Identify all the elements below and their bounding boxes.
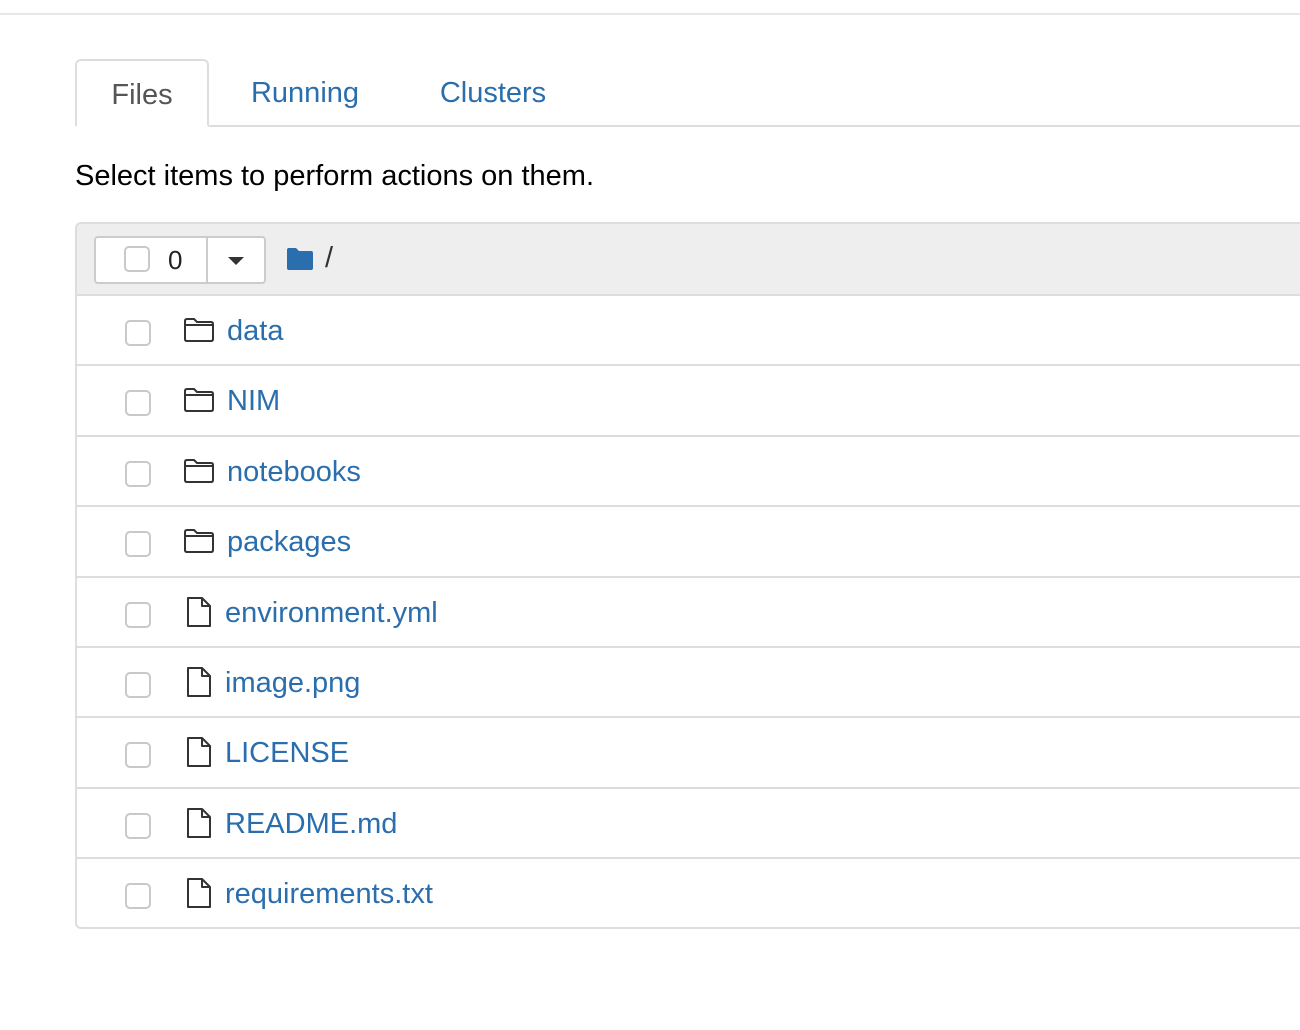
list-item: requirements.txt [77,859,1300,927]
list-item: image.png [77,648,1300,719]
list-item: data [77,296,1300,367]
tab-clusters[interactable]: Clusters [423,59,563,127]
item-link-notebooks[interactable]: notebooks [227,437,361,507]
item-checkbox[interactable] [125,883,151,910]
item-checkbox[interactable] [125,390,151,417]
file-icon [187,666,211,697]
item-checkbox[interactable] [125,460,151,487]
navbar-divider [0,13,1300,15]
item-link-license[interactable]: LICENSE [225,718,349,788]
selected-count: 0 [168,245,183,275]
file-icon [187,878,211,909]
item-link-data[interactable]: data [227,296,283,366]
file-list: data NIM notebooks packages environment.… [77,296,1300,927]
file-icon [187,596,211,627]
item-link-packages[interactable]: packages [227,507,351,577]
folder-icon[interactable] [285,246,315,272]
item-link-environment-yml[interactable]: environment.yml [225,578,438,648]
caret-down-icon [228,257,244,265]
instructions-text: Select items to perform actions on them. [75,160,594,192]
item-checkbox[interactable] [125,671,151,698]
item-checkbox[interactable] [125,320,151,346]
item-link-requirements-txt[interactable]: requirements.txt [225,859,433,927]
list-item: environment.yml [77,578,1300,648]
folder-icon [184,529,214,554]
select-all-checkbox[interactable] [124,246,150,272]
tab-bar: Files Running Clusters [75,59,1300,127]
select-dropdown-button[interactable] [208,238,264,282]
select-all-button-group: 0 [94,236,266,284]
list-item: NIM [77,366,1300,437]
item-checkbox[interactable] [125,812,151,839]
tab-running[interactable]: Running [235,59,375,127]
item-checkbox[interactable] [125,601,151,628]
folder-icon [184,388,214,413]
item-link-image-png[interactable]: image.png [225,648,360,718]
breadcrumb-root[interactable]: / [325,240,333,276]
item-link-nim[interactable]: NIM [227,366,280,436]
list-item: LICENSE [77,718,1300,789]
file-list-header: 0 / [77,224,1300,296]
list-item: README.md [77,789,1300,860]
list-item: packages [77,507,1300,578]
item-checkbox[interactable] [125,742,151,769]
list-item: notebooks [77,437,1300,508]
tab-files[interactable]: Files [75,59,209,127]
folder-icon [184,318,214,342]
file-list-panel: 0 / data NIM notebooks packages environm… [75,222,1300,929]
file-icon [187,807,211,838]
item-checkbox[interactable] [125,531,151,558]
file-icon [187,737,211,768]
item-link-readme-md[interactable]: README.md [225,789,397,859]
folder-icon [184,458,214,483]
select-all-button[interactable]: 0 [96,238,208,282]
